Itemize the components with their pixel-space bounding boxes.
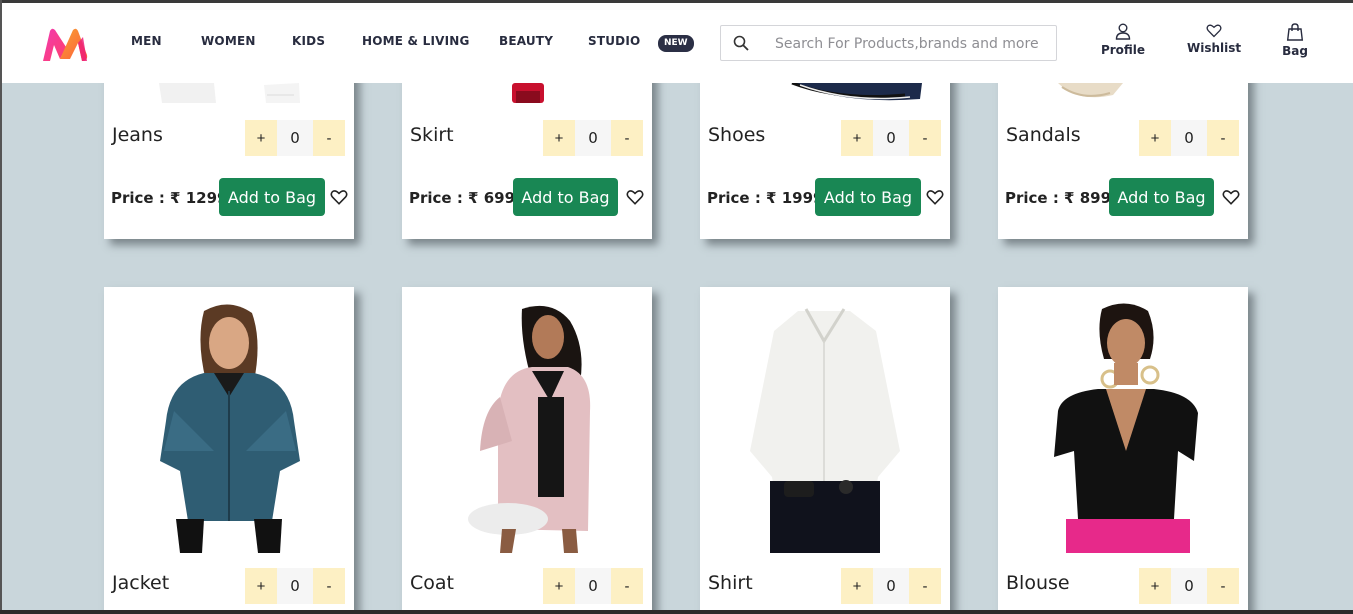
decrement-button[interactable]: - [1207, 568, 1239, 604]
product-name: Jacket [112, 572, 170, 594]
myntra-logo-icon[interactable] [40, 25, 92, 65]
search-input[interactable] [775, 33, 1045, 55]
quantity-value: 0 [873, 568, 909, 604]
increment-button[interactable]: + [1139, 120, 1171, 156]
quantity-stepper: + 0 - [245, 120, 345, 156]
quantity-value: 0 [277, 120, 313, 156]
increment-button[interactable]: + [1139, 568, 1171, 604]
quantity-stepper: + 0 - [1139, 568, 1239, 604]
decrement-button[interactable]: - [909, 120, 941, 156]
increment-button[interactable]: + [841, 120, 873, 156]
product-card-shirt: Shirt + 0 - [700, 287, 950, 614]
product-image-shirt[interactable] [700, 301, 950, 553]
product-card-blouse: Blouse + 0 - [998, 287, 1248, 614]
increment-button[interactable]: + [543, 120, 575, 156]
quantity-value: 0 [575, 120, 611, 156]
quantity-stepper: + 0 - [543, 120, 643, 156]
product-card-coat: Coat + 0 - [402, 287, 652, 614]
profile-label: Profile [1100, 43, 1146, 57]
decrement-button[interactable]: - [313, 568, 345, 604]
wishlist-heart-icon[interactable] [330, 188, 348, 206]
window-bottom-border [0, 610, 1353, 614]
quantity-value: 0 [1171, 120, 1207, 156]
product-name: Blouse [1006, 572, 1070, 594]
quantity-stepper: + 0 - [841, 568, 941, 604]
nav-home-living[interactable]: HOME & LIVING [362, 34, 470, 48]
increment-button[interactable]: + [245, 120, 277, 156]
decrement-button[interactable]: - [611, 568, 643, 604]
quantity-value: 0 [277, 568, 313, 604]
search-bar [720, 25, 1057, 61]
quantity-stepper: + 0 - [543, 568, 643, 604]
nav-kids[interactable]: KIDS [292, 34, 325, 48]
wishlist-button[interactable]: Wishlist [1187, 23, 1241, 55]
increment-button[interactable]: + [841, 568, 873, 604]
new-badge: NEW [658, 35, 694, 52]
product-name: Shoes [708, 124, 766, 146]
product-name: Coat [410, 572, 454, 594]
heart-icon [1206, 24, 1222, 38]
product-image-jacket[interactable] [104, 301, 354, 553]
profile-button[interactable]: Profile [1100, 23, 1146, 57]
add-to-bag-button[interactable]: Add to Bag [815, 178, 921, 216]
product-price: Price : ₹ 699 [409, 189, 516, 207]
profile-icon [1115, 23, 1131, 40]
window-top-border [0, 0, 1353, 3]
nav-studio[interactable]: STUDIO [588, 34, 640, 48]
increment-button[interactable]: + [543, 568, 575, 604]
decrement-button[interactable]: - [313, 120, 345, 156]
decrement-button[interactable]: - [611, 120, 643, 156]
nav-men[interactable]: MEN [131, 34, 162, 48]
decrement-button[interactable]: - [1207, 120, 1239, 156]
product-price: Price : ₹ 1999 [707, 189, 824, 207]
bag-label: Bag [1282, 44, 1308, 58]
bag-icon [1286, 23, 1304, 41]
nav-beauty[interactable]: BEAUTY [499, 34, 553, 48]
add-to-bag-button[interactable]: Add to Bag [219, 178, 325, 216]
product-image-blouse[interactable] [998, 301, 1248, 553]
quantity-stepper: + 0 - [1139, 120, 1239, 156]
add-to-bag-button[interactable]: Add to Bag [513, 178, 618, 216]
product-name: Skirt [410, 124, 454, 146]
product-name: Jeans [112, 124, 163, 146]
site-header: MEN WOMEN KIDS HOME & LIVING BEAUTY STUD… [0, 3, 1353, 83]
decrement-button[interactable]: - [909, 568, 941, 604]
quantity-value: 0 [575, 568, 611, 604]
bag-button[interactable]: Bag [1280, 23, 1310, 58]
product-price: Price : ₹ 1299 [111, 189, 228, 207]
wishlist-heart-icon[interactable] [1222, 188, 1240, 206]
search-icon[interactable] [733, 35, 749, 51]
quantity-value: 0 [873, 120, 909, 156]
quantity-value: 0 [1171, 568, 1207, 604]
wishlist-heart-icon[interactable] [626, 188, 644, 206]
wishlist-label: Wishlist [1187, 41, 1242, 55]
increment-button[interactable]: + [245, 568, 277, 604]
product-price: Price : ₹ 899 [1005, 189, 1112, 207]
quantity-stepper: + 0 - [245, 568, 345, 604]
product-image-coat[interactable] [402, 301, 652, 553]
nav-women[interactable]: WOMEN [201, 34, 256, 48]
wishlist-heart-icon[interactable] [926, 188, 944, 206]
quantity-stepper: + 0 - [841, 120, 941, 156]
product-name: Sandals [1006, 124, 1081, 146]
add-to-bag-button[interactable]: Add to Bag [1109, 178, 1214, 216]
window-left-border [0, 0, 2, 614]
product-card-jacket: Jacket + 0 - [104, 287, 354, 614]
product-name: Shirt [708, 572, 753, 594]
